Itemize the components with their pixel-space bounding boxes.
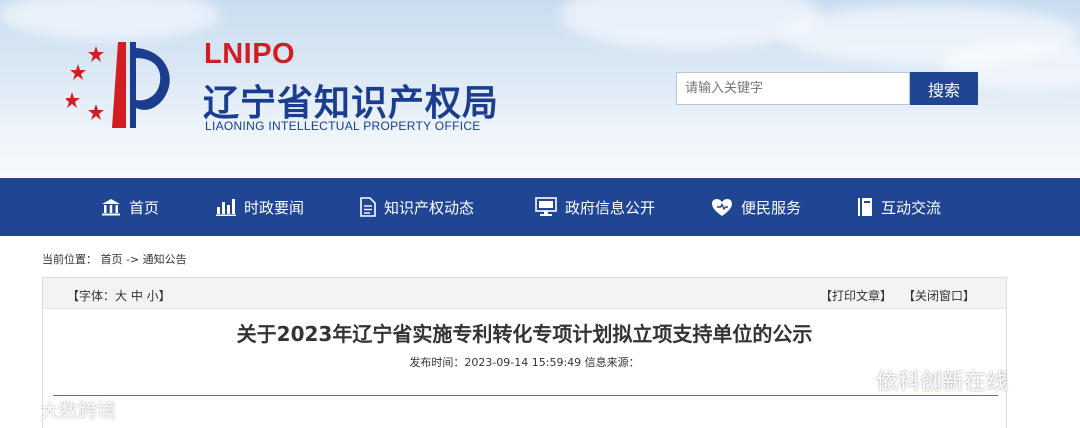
close-window-link[interactable]: 【关闭窗口】: [903, 287, 975, 304]
cloud-decoration: [560, 0, 820, 50]
nav-item-ip-news[interactable]: 知识产权动态: [360, 178, 474, 236]
nav-item-home[interactable]: 首页: [101, 178, 159, 236]
nav-item-gov-info[interactable]: 政府信息公开: [535, 178, 655, 236]
watermark-right-text: 依科创新在线: [876, 370, 1009, 395]
nav-item-interaction[interactable]: 互动交流: [857, 178, 941, 236]
nav-item-label: 政府信息公开: [565, 198, 656, 217]
monitor-icon: [535, 197, 557, 216]
home-icon: [102, 199, 120, 216]
nav-item-label: 首页: [129, 198, 160, 217]
nav-item-label: 互动交流: [881, 198, 942, 217]
nav-item-label: 便民服务: [741, 198, 802, 217]
cloud-decoration: [0, 0, 220, 40]
brand-abbreviation: LNIPO: [204, 38, 296, 70]
watermark-right: 依科创新在线: [834, 364, 1008, 396]
main-nav: 首页 时政要闻 知识产权动态 政府信息公开 便民服务 互动交流: [0, 178, 1080, 236]
search-button[interactable]: 搜索: [910, 72, 978, 105]
article-toolbar: 【字体：大 中 小】 【打印文章】 【关闭窗口】: [43, 278, 1006, 309]
nav-item-label: 时政要闻: [244, 198, 305, 217]
heart-icon: [712, 198, 732, 216]
book-icon: [858, 198, 872, 216]
watermark-left: 大数跨境: [10, 396, 116, 423]
document-icon: [360, 197, 376, 217]
article-panel: 【字体：大 中 小】 【打印文章】 【关闭窗口】 关于2023年辽宁省实施专利转…: [42, 277, 1007, 428]
nav-item-services[interactable]: 便民服务: [711, 178, 801, 236]
breadcrumb: 当前位置： 首页 -> 通知公告: [42, 253, 187, 266]
watermark-logo-icon: [11, 401, 32, 417]
lnipo-logo-icon[interactable]: [66, 38, 184, 130]
article-title: 关于2023年辽宁省实施专利转化专项计划拟立项支持单位的公示: [236, 322, 813, 346]
site-header: LNIPO 辽宁省知识产权局 LIAONING INTELLECTUAL PRO…: [0, 0, 1080, 178]
font-size-control[interactable]: 【字体：大 中 小】: [67, 287, 171, 304]
nav-item-label: 知识产权动态: [384, 198, 475, 217]
print-article-link[interactable]: 【打印文章】: [820, 287, 892, 304]
search-input[interactable]: [676, 72, 910, 105]
watermark-left-text: 大数跨境: [40, 400, 117, 422]
bar-chart-icon: [216, 199, 236, 216]
nav-item-news[interactable]: 时政要闻: [216, 178, 304, 236]
wechat-icon: [834, 367, 869, 392]
brand-english-name: LIAONING INTELLECTUAL PROPERTY OFFICE: [205, 119, 481, 133]
